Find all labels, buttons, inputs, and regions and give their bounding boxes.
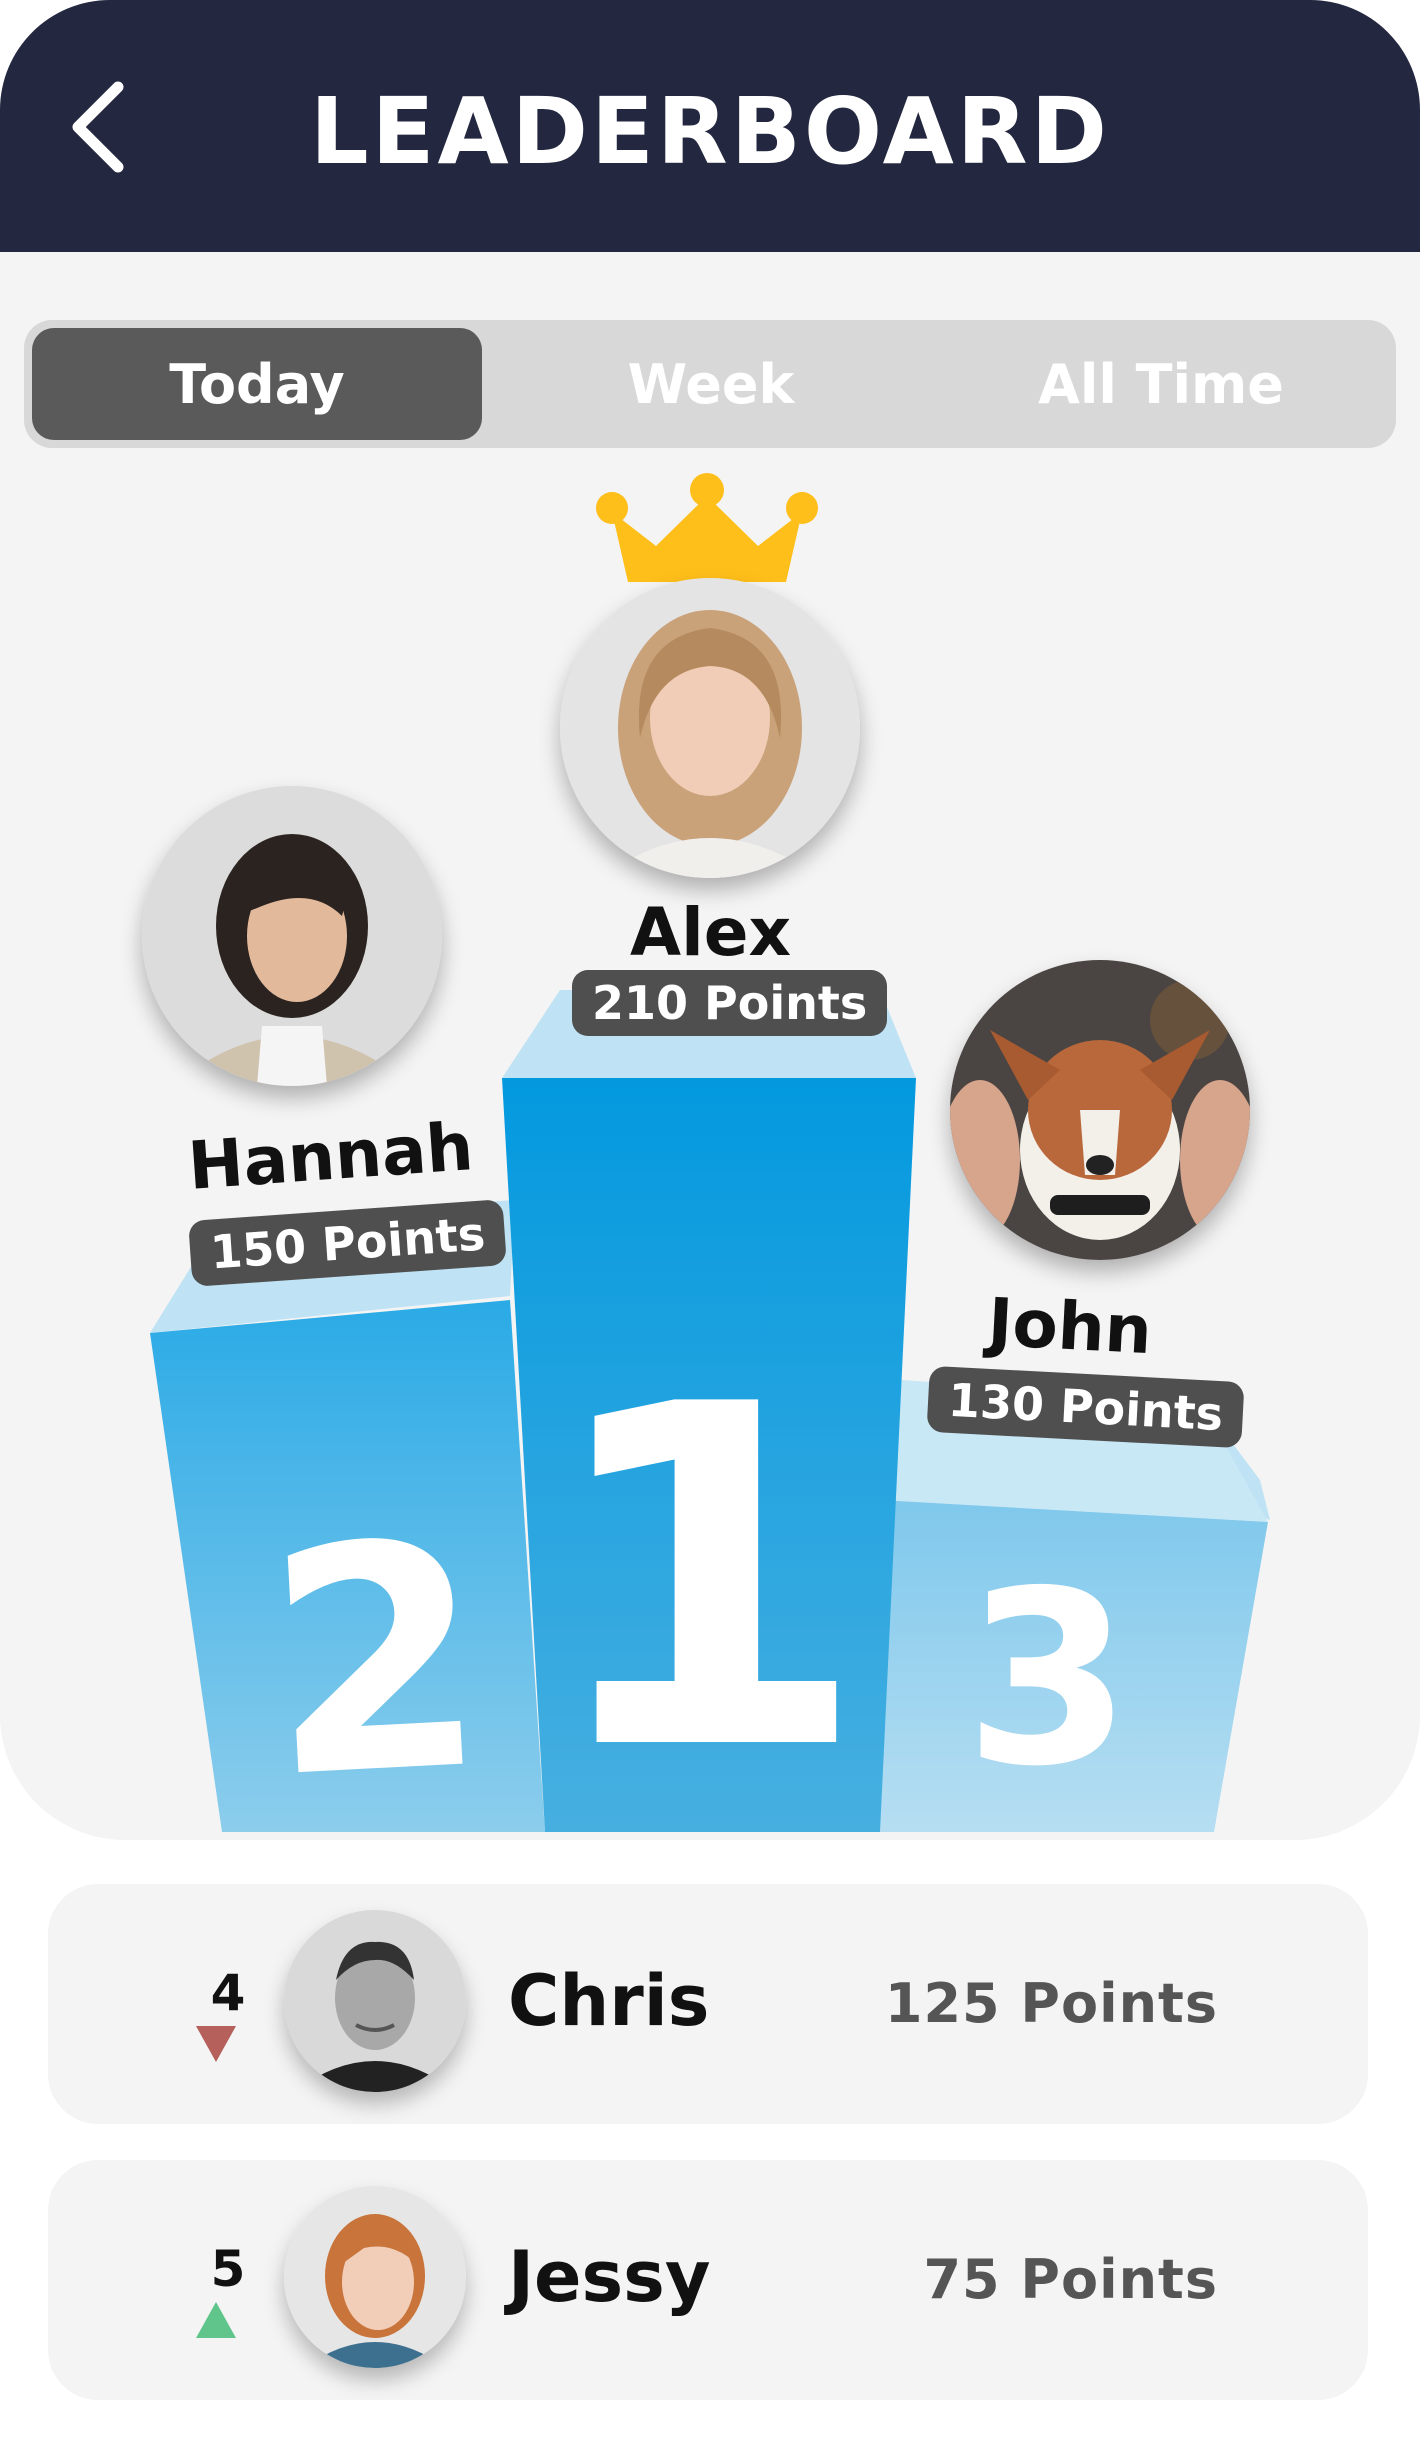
trend-down-icon (196, 2026, 236, 2062)
avatar-jessy-image (284, 2186, 466, 2368)
list-name: Chris (508, 1960, 710, 2042)
podium-third-name: John (986, 1283, 1154, 1370)
list-name: Jessy (508, 2236, 711, 2318)
podium-first-name: Alex (630, 894, 792, 971)
avatar-chris (284, 1910, 466, 2092)
avatar-john[interactable] (950, 960, 1250, 1260)
trend-up-icon (196, 2302, 236, 2338)
avatar-chris-image (284, 1910, 466, 2092)
avatar-john-image (950, 960, 1250, 1260)
avatar-hannah[interactable] (142, 786, 442, 1086)
podium-rank-1: 1 (541, 1306, 868, 1840)
crown-icon (596, 473, 818, 582)
list-points: 125 Points (884, 1972, 1218, 2035)
podium-rank-3: 3 (965, 1539, 1132, 1819)
avatar-jessy (284, 2186, 466, 2368)
avatar-hannah-image (142, 786, 442, 1086)
list-rank: 5 (210, 2240, 246, 2298)
list-item[interactable]: 5 Jessy 75 Points (48, 2160, 1368, 2400)
podium-card: LEADERBOARD Today Week All Time 2 1 3 Al… (0, 0, 1420, 1840)
podium-first-points: 210 Points (572, 970, 888, 1036)
list-rank: 4 (210, 1964, 246, 2022)
avatar-alex-image (560, 578, 860, 878)
list-item[interactable]: 4 Chris 125 Points (48, 1884, 1368, 2124)
avatar-alex[interactable] (560, 578, 860, 878)
podium-rank-2: 2 (259, 1476, 493, 1840)
list-points: 75 Points (923, 2248, 1218, 2311)
